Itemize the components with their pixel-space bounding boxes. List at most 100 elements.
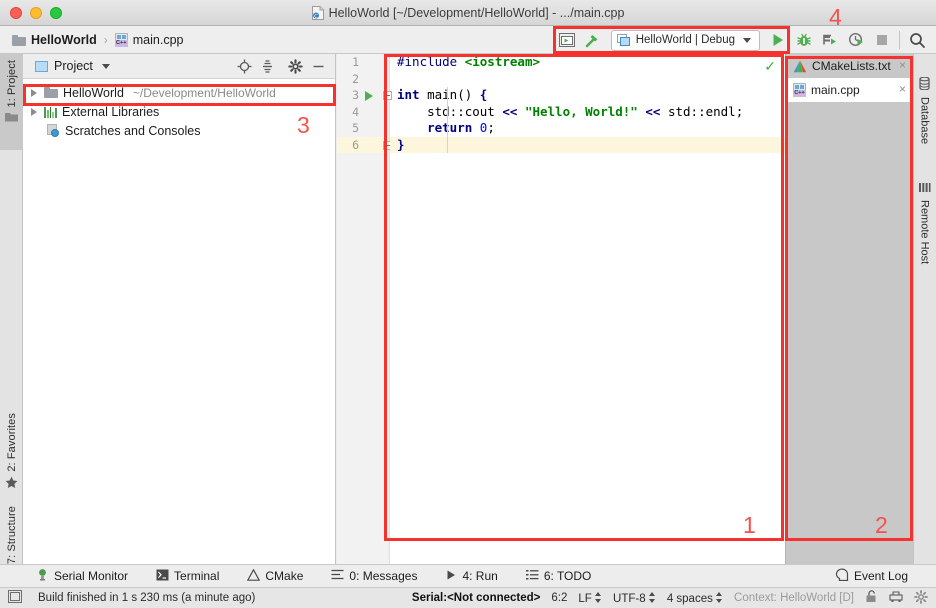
- window-title-text: HelloWorld [~/Development/HelloWorld] - …: [328, 6, 625, 20]
- lock-icon[interactable]: [865, 590, 878, 606]
- indent-selector[interactable]: 4 spaces: [667, 591, 723, 605]
- bottom-item-serial-monitor[interactable]: Serial Monitor: [36, 568, 128, 584]
- bottom-item-cmake[interactable]: CMake: [247, 568, 303, 584]
- project-folder-icon: [5, 111, 18, 125]
- code-block-guide: [447, 87, 448, 153]
- breadcrumb-project[interactable]: HelloWorld: [12, 33, 97, 47]
- code-line-3: int main() {: [390, 87, 785, 104]
- gutter-line-5: 5: [337, 120, 389, 137]
- line-number: 4: [352, 104, 359, 119]
- breadcrumb-file-label: main.cpp: [132, 33, 184, 47]
- folder-icon: [44, 87, 58, 98]
- stop-icon[interactable]: [869, 27, 895, 53]
- sidebar-item-remote-host[interactable]: Remote Host: [913, 154, 936, 264]
- project-tree-scratches-row[interactable]: Scratches and Consoles: [23, 121, 335, 140]
- build-status-message: Build finished in 1 s 230 ms (a minute a…: [38, 592, 256, 604]
- build-hammer-icon[interactable]: [580, 27, 606, 53]
- serial-status: Serial:<Not connected>: [411, 592, 541, 604]
- right-file-panel: CMakeLists.txt × C++ main.cpp ×: [785, 54, 913, 564]
- file-tab-main-cpp[interactable]: C++ main.cpp ×: [786, 78, 913, 102]
- hide-panel-icon[interactable]: [308, 56, 329, 77]
- bottom-item-todo[interactable]: 6: TODO: [525, 569, 592, 583]
- code-line-1: #include <iostream>: [390, 54, 785, 71]
- sidebar-item-structure-label: 7: Structure: [5, 506, 18, 565]
- chevron-down-icon: [101, 63, 110, 69]
- bottom-item-messages[interactable]: 0: Messages: [331, 569, 417, 583]
- ide-settings-icon[interactable]: [914, 589, 928, 607]
- cpp-file-icon: C++: [793, 83, 806, 97]
- code-line-6: }: [390, 136, 785, 153]
- project-view-icon: [35, 60, 48, 72]
- settings-gear-icon[interactable]: [285, 56, 306, 77]
- inspection-ok-check[interactable]: ✓: [764, 59, 776, 73]
- close-icon[interactable]: ×: [899, 59, 906, 71]
- bottom-item-event-log[interactable]: Event Log: [835, 568, 908, 584]
- bottom-item-label: 4: Run: [462, 569, 498, 583]
- run-icon[interactable]: [765, 27, 791, 53]
- run-gutter-icon[interactable]: [365, 91, 373, 101]
- project-panel-title-group[interactable]: Project: [35, 59, 110, 73]
- tree-item-label: Scratches and Consoles: [65, 123, 201, 138]
- profile-icon[interactable]: [843, 27, 869, 53]
- line-separator-selector[interactable]: LF: [578, 591, 602, 605]
- file-tab-label: CMakeLists.txt: [812, 59, 891, 73]
- left-tool-window-bar: 1: Project 2: Favorites 7: Structure: [0, 54, 23, 580]
- editor-gutter[interactable]: 1 2 3 4 5 6: [337, 54, 392, 564]
- code-token: #include: [397, 54, 465, 69]
- run-configuration-label: HelloWorld | Debug: [635, 34, 735, 46]
- star-icon: [5, 476, 18, 492]
- cpp-file-icon: C++: [114, 33, 128, 47]
- file-tab-cmakelists[interactable]: CMakeLists.txt ×: [786, 54, 913, 78]
- code-token: {: [479, 87, 488, 102]
- bottom-tool-window-bar: Serial Monitor Terminal CMake 0: Message…: [0, 564, 936, 587]
- breadcrumb-file[interactable]: C++ main.cpp: [114, 33, 184, 47]
- line-number: 6: [352, 137, 359, 152]
- toggle-tool-window-icon[interactable]: [8, 590, 22, 606]
- run-configuration-selector[interactable]: HelloWorld | Debug: [610, 29, 760, 51]
- libraries-icon: [44, 106, 57, 118]
- sidebar-item-project[interactable]: 1: Project: [0, 54, 23, 150]
- toolbar-divider: [899, 31, 900, 49]
- caret-position[interactable]: 6:2: [551, 592, 567, 604]
- bottom-item-label: 6: TODO: [543, 569, 592, 583]
- bottom-item-run[interactable]: 4: Run: [445, 569, 498, 584]
- gutter-line-1: 1: [337, 54, 389, 71]
- event-log-icon: [835, 568, 849, 584]
- code-token: std::cout: [397, 103, 503, 119]
- bottom-item-terminal[interactable]: Terminal: [156, 569, 219, 584]
- code-token: int: [397, 87, 420, 102]
- code-token: ;: [487, 120, 495, 135]
- editor-area[interactable]: 1 2 3 4 5 6 #include <iostream> int main…: [337, 54, 785, 564]
- window-title-bar: C HelloWorld [~/Development/HelloWorld] …: [0, 0, 936, 26]
- clion-window: C HelloWorld [~/Development/HelloWorld] …: [0, 0, 936, 608]
- collapse-all-icon[interactable]: [257, 56, 278, 77]
- code-token: <iostream>: [464, 54, 540, 69]
- status-bar-right: Serial:<Not connected> 6:2 LF UTF-8 4 sp…: [411, 589, 928, 607]
- project-tree-root-row[interactable]: HelloWorld ~/Development/HelloWorld: [23, 83, 335, 102]
- run-with-coverage-icon[interactable]: [817, 27, 843, 53]
- sidebar-item-favorites[interactable]: 2: Favorites: [0, 409, 23, 499]
- locate-target-icon[interactable]: [234, 56, 255, 77]
- sidebar-item-favorites-label: 2: Favorites: [5, 413, 18, 472]
- gutter-line-6: 6: [337, 136, 392, 153]
- gutter-line-3: 3: [337, 87, 392, 104]
- run-icon: [445, 569, 457, 584]
- expand-arrow-icon[interactable]: [31, 107, 37, 116]
- line-separator-label: LF: [578, 592, 592, 605]
- editor-code[interactable]: #include <iostream> int main() { std::co…: [390, 54, 785, 564]
- debug-icon[interactable]: [791, 27, 817, 53]
- code-token: <<: [645, 103, 661, 119]
- search-everywhere-icon[interactable]: [904, 27, 930, 53]
- messages-icon: [331, 569, 344, 583]
- gutter-line-2: 2: [337, 71, 389, 88]
- close-icon[interactable]: ×: [899, 83, 906, 95]
- encoding-selector[interactable]: UTF-8: [613, 591, 656, 605]
- code-token: main(): [419, 87, 480, 102]
- expand-arrow-icon[interactable]: [31, 88, 37, 97]
- sidebar-item-database[interactable]: Database: [913, 58, 936, 144]
- line-number: 1: [352, 55, 359, 69]
- code-token: <<: [502, 103, 518, 119]
- git-branch-icon[interactable]: [889, 590, 903, 606]
- project-tree-external-libraries-row[interactable]: External Libraries: [23, 102, 335, 121]
- toolbar-window-icon[interactable]: [554, 27, 580, 53]
